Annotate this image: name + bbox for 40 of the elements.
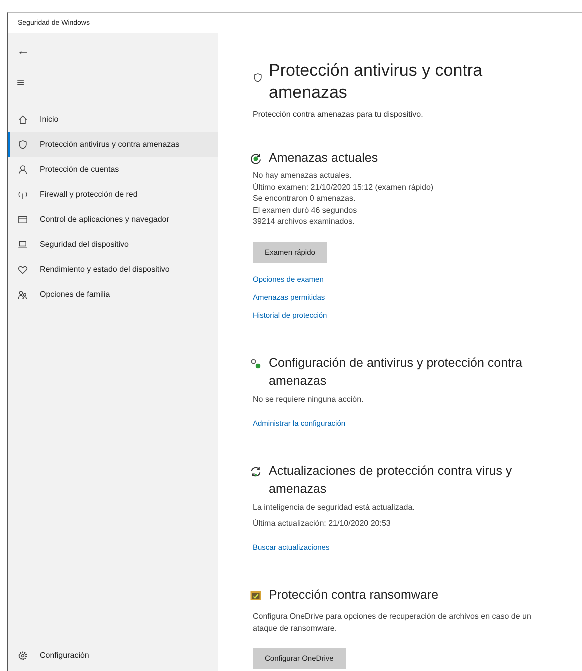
person-icon (18, 164, 28, 174)
status-text: El examen duró 46 segundos (253, 204, 358, 216)
sidebar-item[interactable]: Inicio (8, 107, 218, 132)
sidebar-item[interactable]: Seguridad del dispositivo (8, 232, 218, 257)
page-subtitle: Protección contra amenazas para tu dispositivo. (253, 110, 424, 119)
refresh-icon (250, 466, 262, 478)
status-text: La inteligencia de seguridad está actualizada. (253, 502, 416, 514)
status-text: Última actualización: 21/10/2020 20:53 (253, 518, 392, 529)
section-heading: Protección contra ransomware (269, 587, 439, 604)
shield-icon (18, 140, 28, 150)
home-icon (18, 114, 28, 124)
laptop-icon (18, 240, 28, 250)
back-button[interactable]: ← (8, 37, 218, 63)
family-icon (18, 290, 28, 300)
status-text: 39214 archivos examinados. (253, 216, 356, 228)
ransomware-folder-icon (250, 590, 262, 602)
sidebar-item[interactable]: Opciones de familia (8, 282, 218, 307)
sidebar-item[interactable]: Firewall y protección de red (8, 182, 218, 207)
sidebar-item[interactable]: Protección antivirus y contra amenazas (8, 132, 218, 157)
sidebar-item[interactable]: Control de aplicaciones y navegador (8, 207, 218, 232)
shield-icon (253, 73, 263, 83)
sidebar-item[interactable]: Rendimiento y estado del dispositivo (8, 257, 218, 282)
status-text: Último examen: 21/10/2020 15:12 (examen rápido) (253, 182, 435, 193)
heart-icon (18, 264, 28, 274)
page-title: Protección antivirus y contra amenazas (269, 60, 484, 104)
status-text: Se encontraron 0 amenazas. (253, 193, 357, 204)
scan-icon (250, 153, 262, 165)
status-text: No hay amenazas actuales. (253, 170, 353, 182)
antenna-icon (18, 190, 28, 200)
section-heading: Amenazas actuales (269, 150, 378, 167)
section-heading: Configuración de antivirus y protección contra amenazas (269, 354, 524, 390)
browser-window-icon (18, 214, 28, 224)
sidebar-item[interactable]: Protección de cuentas (8, 157, 218, 182)
settings-icon (18, 650, 28, 660)
status-text: No se requiere ninguna acción. (253, 394, 365, 405)
settings-item[interactable]: Configuración (8, 643, 218, 668)
gears-icon (250, 358, 262, 370)
menu-button[interactable]: ≡ (8, 69, 218, 95)
section-heading: Actualizaciones de protección contra virus y amenazas (269, 463, 514, 498)
status-text: Configura OneDrive para opciones de recuperación de archivos en caso de un ataque de ransomware. (253, 611, 532, 634)
